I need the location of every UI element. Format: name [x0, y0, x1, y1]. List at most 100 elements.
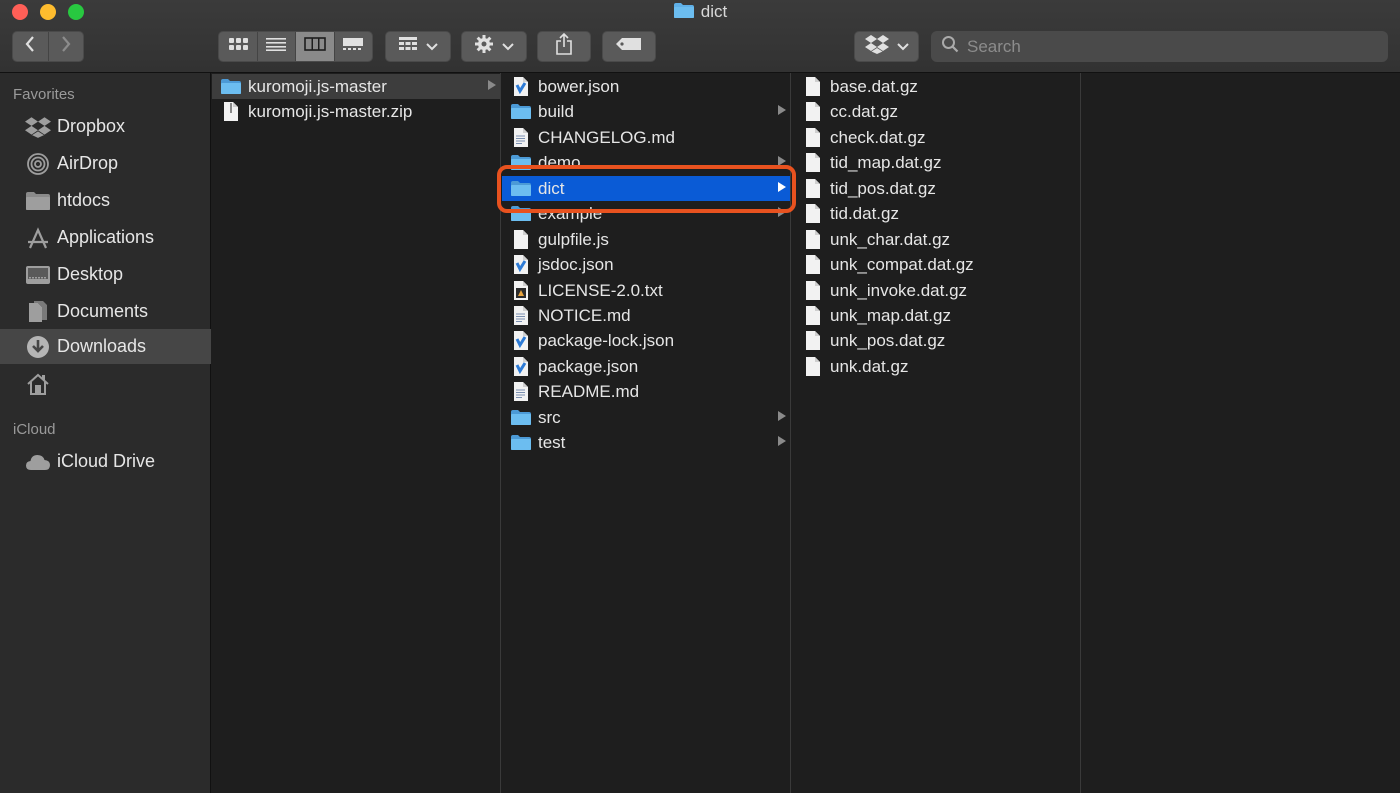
- list-item-label: tid_pos.dat.gz: [830, 178, 936, 198]
- tags-button[interactable]: [602, 31, 656, 62]
- dropbox-menu-button[interactable]: [854, 31, 919, 62]
- search-field[interactable]: [931, 31, 1388, 62]
- list-item-kuromoji-folder[interactable]: kuromoji.js-master: [212, 74, 500, 99]
- list-item-notice[interactable]: NOTICE.md: [502, 303, 790, 328]
- sidebar-item-home[interactable]: [0, 366, 211, 401]
- chevron-down-icon: [896, 38, 909, 56]
- sidebar-item-label: htdocs: [57, 190, 111, 210]
- sidebar-item-label: Downloads: [57, 336, 147, 356]
- list-item-label: tid_map.dat.gz: [830, 152, 942, 172]
- list-item-src-folder[interactable]: src: [502, 405, 790, 430]
- sidebar-item-htdocs[interactable]: htdocs: [0, 183, 211, 218]
- group-by-button[interactable]: [385, 31, 451, 62]
- share-button[interactable]: [537, 31, 591, 62]
- list-item-readme[interactable]: README.md: [502, 379, 790, 404]
- list-item-build-folder[interactable]: build: [502, 99, 790, 124]
- window-title-text: dict: [700, 2, 728, 21]
- disclosure-chevron-icon: [778, 105, 786, 115]
- list-item-label: src: [538, 407, 561, 427]
- list-item[interactable]: tid_pos.dat.gz: [792, 176, 1080, 201]
- document-file-icon: [510, 305, 532, 327]
- list-item-label: kuromoji.js-master: [248, 76, 387, 96]
- list-item[interactable]: base.dat.gz: [792, 74, 1080, 99]
- forward-button[interactable]: [47, 32, 84, 61]
- list-item[interactable]: cc.dat.gz: [792, 99, 1080, 124]
- file-icon: [220, 101, 242, 123]
- action-menu-button[interactable]: [461, 31, 527, 62]
- folder-icon: [673, 2, 695, 24]
- json-file-icon: [510, 76, 532, 98]
- sidebar-item-icloud-drive[interactable]: iCloud Drive: [0, 444, 211, 479]
- navigation-buttons: [12, 31, 84, 62]
- list-item-label: unk_map.dat.gz: [830, 305, 951, 325]
- list-item[interactable]: unk_invoke.dat.gz: [792, 278, 1080, 303]
- column-view-button[interactable]: [295, 32, 334, 61]
- file-icon: [802, 101, 824, 123]
- list-item-kuromoji-zip[interactable]: kuromoji.js-master.zip: [212, 99, 500, 124]
- list-item-license[interactable]: LICENSE-2.0.txt: [502, 278, 790, 303]
- list-item[interactable]: tid_map.dat.gz: [792, 150, 1080, 175]
- list-item-bower-json[interactable]: bower.json: [502, 74, 790, 99]
- disclosure-chevron-icon: [778, 436, 786, 446]
- list-item-label: unk.dat.gz: [830, 356, 909, 376]
- list-item[interactable]: tid.dat.gz: [792, 201, 1080, 226]
- list-item-label: tid.dat.gz: [830, 203, 899, 223]
- dropbox-icon: [25, 115, 51, 139]
- file-icon: [802, 152, 824, 174]
- applications-icon: [25, 226, 51, 250]
- json-file-icon: [510, 356, 532, 378]
- list-item-label: check.dat.gz: [830, 127, 926, 147]
- sidebar-item-applications[interactable]: Applications: [0, 220, 211, 255]
- list-item-label: cc.dat.gz: [830, 101, 899, 121]
- gear-icon: [474, 34, 494, 59]
- downloads-icon: [25, 335, 51, 359]
- list-item-package-lock[interactable]: package-lock.json: [502, 328, 790, 353]
- column-browser-1: kuromoji.js-master kuromoji.js-master.zi…: [212, 73, 501, 793]
- list-item-label: README.md: [538, 381, 640, 401]
- sidebar-item-label: Applications: [57, 227, 155, 247]
- list-view-button[interactable]: [256, 32, 296, 61]
- back-button[interactable]: [13, 32, 48, 61]
- list-item-jsdoc-json[interactable]: jsdoc.json: [502, 252, 790, 277]
- document-file-icon: [510, 381, 532, 403]
- list-item-label: unk_char.dat.gz: [830, 229, 951, 249]
- list-item-test-folder[interactable]: test: [502, 430, 790, 455]
- gallery-view-button[interactable]: [333, 32, 373, 61]
- search-input[interactable]: [967, 36, 1367, 57]
- list-item[interactable]: unk_compat.dat.gz: [792, 252, 1080, 277]
- dropbox-icon: [864, 34, 889, 59]
- file-icon: [802, 178, 824, 200]
- sidebar-item-airdrop[interactable]: AirDrop: [0, 146, 211, 181]
- icon-view-button[interactable]: [219, 32, 257, 61]
- list-item[interactable]: check.dat.gz: [792, 125, 1080, 150]
- sidebar-item-dropbox[interactable]: Dropbox: [0, 109, 211, 144]
- cloud-icon: [25, 450, 51, 474]
- list-item-label: gulpfile.js: [538, 229, 609, 249]
- list-item[interactable]: unk.dat.gz: [792, 354, 1080, 379]
- list-item-changelog[interactable]: CHANGELOG.md: [502, 125, 790, 150]
- home-icon: [25, 372, 51, 396]
- list-item[interactable]: unk_pos.dat.gz: [792, 328, 1080, 353]
- file-icon: [802, 305, 824, 327]
- gallery-icon: [342, 37, 364, 56]
- tag-icon: [615, 37, 643, 56]
- airdrop-icon: [25, 152, 51, 176]
- share-icon: [555, 32, 573, 60]
- columns-icon: [303, 37, 326, 56]
- list-item-gulpfile[interactable]: gulpfile.js: [502, 227, 790, 252]
- sidebar-item-documents[interactable]: Documents: [0, 294, 211, 329]
- list-item-package-json[interactable]: package.json: [502, 354, 790, 379]
- sidebar-item-desktop[interactable]: Desktop: [0, 257, 211, 292]
- list-item[interactable]: unk_char.dat.gz: [792, 227, 1080, 252]
- list-item-label: unk_compat.dat.gz: [830, 254, 974, 274]
- window-toolbar: dict: [0, 0, 1400, 73]
- list-item-label: test: [538, 432, 566, 452]
- file-icon: [802, 229, 824, 251]
- list-item-label: unk_invoke.dat.gz: [830, 280, 968, 300]
- disclosure-chevron-icon: [488, 80, 496, 90]
- sidebar-item-downloads[interactable]: Downloads: [0, 329, 211, 364]
- list-item-label: bower.json: [538, 76, 620, 96]
- list-item[interactable]: unk_map.dat.gz: [792, 303, 1080, 328]
- window-title: dict: [0, 2, 1400, 24]
- text-file-icon: [510, 280, 532, 302]
